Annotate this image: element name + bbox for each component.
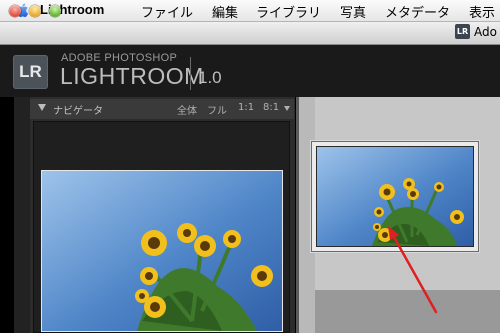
zoom-1-1-option[interactable]: 1:1 [238,102,254,113]
navigator-title: ナビゲータ [53,106,103,117]
navigator-preview-image[interactable] [41,170,283,332]
close-window-button[interactable] [9,5,21,17]
minimize-window-button[interactable] [29,5,41,17]
content-area-lower [304,290,500,333]
brand-divider [190,57,191,90]
photo-thumbnail-image[interactable] [316,146,474,247]
menu-file[interactable]: ファイル [141,2,193,21]
menu-photo[interactable]: 写真 [340,2,366,21]
brand-lightroom: LIGHTROOM [60,63,204,89]
left-panel-edge[interactable] [14,97,30,333]
zoom-fill-option[interactable]: フル [207,102,227,117]
menu-library[interactable]: ライブラリ [256,2,321,21]
collapse-triangle-icon[interactable] [38,104,46,111]
zoom-fit-option[interactable]: 全体 [177,102,197,117]
window-title-text: Ado [474,25,497,39]
window-titlebar [0,22,500,45]
menu-view[interactable]: 表示 [469,2,495,21]
lightroom-logo: LR [13,55,48,89]
zoom-window-button[interactable] [49,5,61,17]
menu-edit[interactable]: 編集 [212,2,238,21]
menu-bar: Lightroom ファイル 編集 ライブラリ 写真 メタデータ 表示 [0,0,500,22]
brand-version: 1.0 [198,68,222,87]
zoom-8-1-option[interactable]: 8:1 [263,102,279,113]
lightroom-app-icon: LR [455,24,470,39]
menu-metadata[interactable]: メタデータ [385,2,450,21]
zoom-dropdown-icon[interactable] [284,106,290,111]
